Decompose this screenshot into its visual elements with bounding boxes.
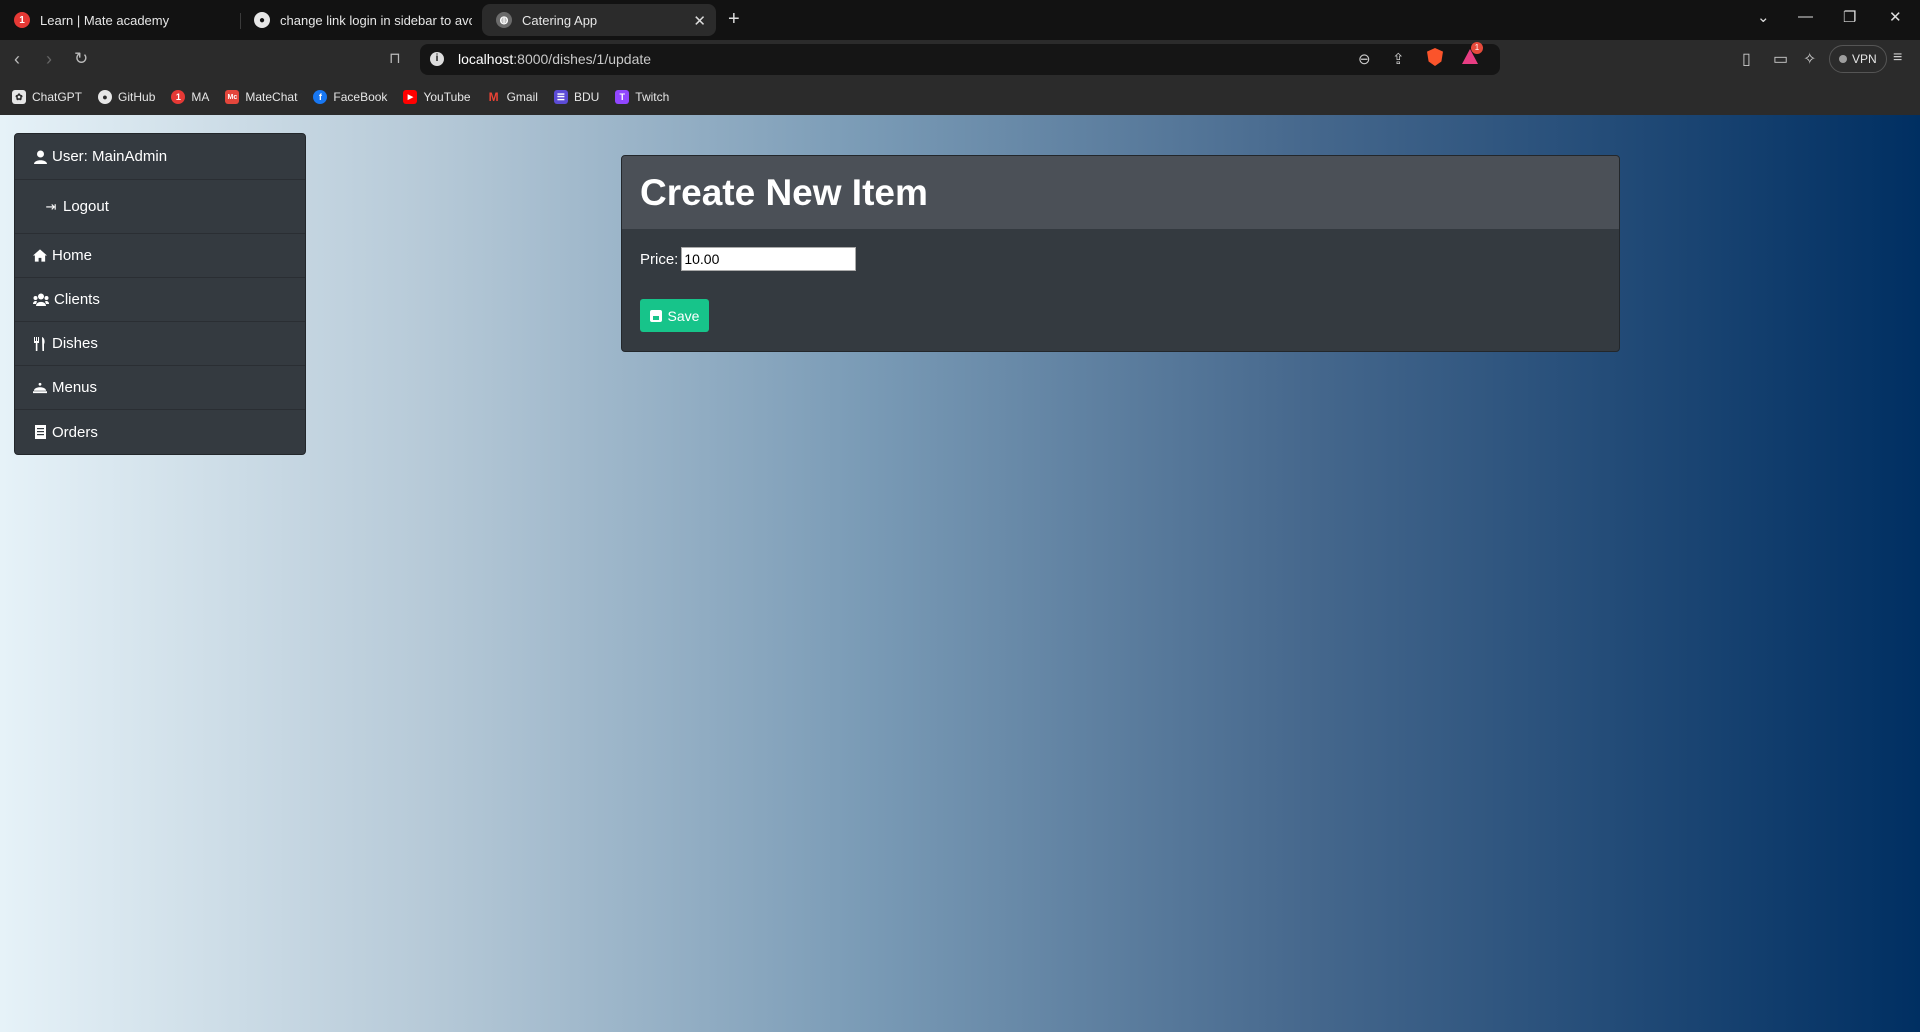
vpn-button[interactable]: VPN (1829, 45, 1887, 73)
bookmark-ma[interactable]: 1 MA (171, 90, 209, 104)
forward-icon[interactable]: › (46, 49, 52, 70)
zoom-icon[interactable]: ⊖ (1358, 50, 1371, 68)
bookmark-matechat[interactable]: Mc MateChat (225, 90, 297, 104)
users-icon (33, 293, 49, 307)
save-label: Save (667, 307, 700, 324)
sidebar-item-label: Menus (52, 379, 98, 396)
restore-icon[interactable]: ❐ (1843, 8, 1856, 26)
bookmark-label: Twitch (635, 90, 670, 104)
card-header: Create New Item (622, 156, 1619, 229)
vpn-label: VPN (1852, 52, 1877, 66)
url-text[interactable]: localhost:8000/dishes/1/update (458, 51, 651, 67)
receipt-icon (33, 425, 47, 439)
sidebar-toggle-icon[interactable]: ▯ (1742, 49, 1751, 69)
tab-mate-academy[interactable]: 1 Learn | Mate academy (0, 4, 240, 36)
rewards-badge: 1 (1471, 42, 1483, 54)
page-content: User: MainAdmin ⇥ Logout Home Clients Di… (0, 115, 1920, 1032)
tab-search-chevron-icon[interactable]: ⌄ (1757, 8, 1770, 26)
logout-label: Logout (63, 198, 109, 215)
page-title: Create New Item (640, 171, 928, 213)
sidebar-item-label: Dishes (52, 335, 98, 352)
site-info-icon[interactable]: i (430, 52, 444, 66)
sidebar-item-clients[interactable]: Clients (15, 278, 305, 322)
url-host: localhost (458, 51, 514, 67)
sidebar: User: MainAdmin ⇥ Logout Home Clients Di… (14, 133, 306, 455)
logout-link[interactable]: ⇥ Logout (15, 180, 305, 234)
sidebar-user: User: MainAdmin (15, 134, 305, 180)
bookmark-label: YouTube (423, 90, 471, 104)
create-item-card: Create New Item Price: Save (621, 155, 1620, 352)
bookmark-label: FaceBook (333, 90, 388, 104)
bookmark-label: MateChat (245, 90, 298, 104)
sidebar-item-menus[interactable]: Menus (15, 366, 305, 410)
window-close-icon[interactable]: ✕ (1889, 8, 1902, 26)
floppy-disk-icon (649, 309, 662, 322)
bookmark-label: Gmail (506, 90, 538, 104)
bookmark-page-icon[interactable]: ⊓ (389, 49, 401, 67)
bookmark-github[interactable]: ● GitHub (98, 90, 155, 104)
logout-icon: ⇥ (45, 198, 57, 214)
bookmark-youtube[interactable]: ▶ YouTube (403, 90, 471, 104)
address-bar[interactable]: i localhost:8000/dishes/1/update ⊖ ⇪ (420, 44, 1500, 75)
bookmark-gmail[interactable]: M Gmail (486, 90, 538, 104)
tab-github[interactable]: ● change link login in sidebar to avoid (240, 4, 472, 36)
bookmark-chatgpt[interactable]: ✿ ChatGPT (12, 90, 82, 104)
bookmark-twitch[interactable]: T Twitch (615, 90, 669, 104)
bdu-icon: ☰ (553, 90, 568, 104)
bookmark-label: ChatGPT (32, 90, 83, 104)
user-icon (33, 150, 47, 164)
bookmark-label: GitHub (118, 90, 156, 104)
sidebar-item-dishes[interactable]: Dishes (15, 322, 305, 366)
bookmarks-bar: ✿ ChatGPT ● GitHub 1 MA Mc MateChat f Fa… (0, 79, 1920, 115)
close-tab-icon[interactable]: ✕ (693, 12, 706, 30)
url-path: :8000/dishes/1/update (513, 51, 652, 67)
gmail-icon: M (486, 90, 501, 104)
sidebar-item-label: Home (52, 247, 93, 264)
share-icon[interactable]: ⇪ (1392, 50, 1405, 68)
github-favicon-icon: ● (254, 12, 270, 28)
new-tab-icon[interactable]: + (728, 8, 740, 31)
globe-favicon-icon: ◍ (496, 12, 512, 28)
sidebar-item-label: Clients (54, 291, 100, 308)
sidebar-item-orders[interactable]: Orders (15, 410, 305, 454)
vpn-status-icon (1839, 55, 1847, 63)
facebook-icon: f (313, 90, 328, 104)
tab-title: Learn | Mate academy (40, 12, 170, 28)
sidebar-user-label: User: MainAdmin (52, 148, 168, 165)
bookmark-bdu[interactable]: ☰ BDU (553, 90, 600, 104)
sidebar-item-home[interactable]: Home (15, 234, 305, 278)
twitch-icon: T (615, 90, 630, 104)
chatgpt-icon: ✿ (12, 90, 26, 104)
utensils-icon (33, 336, 47, 351)
menu-icon[interactable]: ≡ (1893, 49, 1902, 67)
youtube-icon: ▶ (403, 90, 418, 104)
mate-academy-favicon-icon: 1 (14, 12, 30, 28)
mate-academy-icon: 1 (171, 90, 186, 104)
sidebar-item-label: Orders (52, 423, 98, 441)
leo-ai-icon[interactable]: ✧ (1803, 49, 1816, 69)
price-label: Price: (640, 250, 679, 268)
tab-title: Catering App (522, 12, 598, 28)
bookmark-label: BDU (573, 90, 600, 104)
bookmark-facebook[interactable]: f FaceBook (313, 90, 387, 104)
cloche-icon (33, 381, 47, 395)
browser-tab-strip: 1 Learn | Mate academy ● change link log… (0, 0, 1920, 40)
matechat-icon: Mc (225, 90, 240, 104)
minimize-icon[interactable]: — (1798, 8, 1813, 25)
tab-title: change link login in sidebar to avoid (280, 12, 472, 28)
reload-icon[interactable]: ↻ (74, 49, 88, 69)
tab-catering-app[interactable]: ◍ Catering App ✕ (482, 4, 716, 36)
price-field-row: Price: (640, 247, 857, 271)
back-icon[interactable]: ‹ (14, 49, 20, 70)
save-button[interactable]: Save (640, 299, 709, 332)
wallet-icon[interactable]: ▭ (1773, 49, 1788, 69)
bookmark-label: MA (191, 90, 210, 104)
home-icon (33, 249, 47, 263)
browser-toolbar: ‹ › ↻ ⊓ i localhost:8000/dishes/1/update… (0, 40, 1920, 79)
price-input[interactable] (681, 247, 857, 271)
github-icon: ● (98, 90, 113, 104)
